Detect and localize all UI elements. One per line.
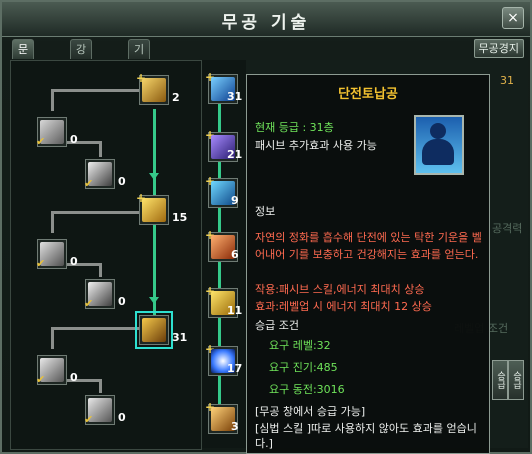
- skill-tree-panel: + 2 ✔ 0 ✔ 0 + 15 ✔ 0 ✔ 0 31 ✔ 0 ✔ 0: [10, 60, 202, 450]
- current-grade: 현재 등급 : 31층: [255, 121, 334, 134]
- meditation-portrait-icon: [414, 115, 464, 175]
- detail-row: 공격력: [492, 222, 523, 235]
- martial-level-button[interactable]: 무공경지: [473, 39, 524, 58]
- skill-slot[interactable]: + 3: [205, 400, 239, 434]
- skill-slot[interactable]: + 6: [205, 228, 239, 262]
- skill-description: 자연의 정화를 흡수해 단전에 있는 탁한 기운을 벨어내어 기를 보충하고 건…: [255, 231, 482, 261]
- tree-connector: [99, 379, 102, 393]
- skill-level: 0: [118, 175, 126, 188]
- heart-skill-note: [심법 스킬 ]따로 사용하지 않아도 효과를 얻습니다.]: [255, 422, 477, 450]
- skill-slot[interactable]: + 17: [205, 342, 242, 376]
- window-title: 무공 기술: [221, 13, 311, 33]
- tooltip-title: 단전토납공: [338, 87, 398, 102]
- tab-jianghu-skills[interactable]: 강호 절학: [70, 39, 93, 113]
- skill-column-2: + 31 + 21 + 9 + 6 + 11 + 17 + 3: [202, 60, 246, 448]
- golden-weapon-icon: [142, 78, 166, 102]
- tree-connector: [99, 263, 102, 277]
- skill-level: 0: [118, 411, 126, 424]
- passive-note: 패시브 추가효과 사용 가능: [255, 139, 377, 152]
- skill-level: 0: [70, 255, 78, 268]
- tab-other-skills[interactable]: 기타 절학: [128, 39, 151, 113]
- skill-level: 0: [118, 295, 126, 308]
- skill-tooltip: 단전토납공 현재 등급 : 31층 패시브 추가효과 사용 가능 정보 자연의 …: [246, 74, 490, 454]
- skill-level: 11: [227, 304, 243, 317]
- skill-slot[interactable]: ✔ 0: [36, 239, 78, 270]
- tree-arrow: [149, 297, 159, 304]
- upgrade-button[interactable]: 승급: [508, 360, 524, 400]
- skill-level: 3: [231, 420, 239, 433]
- check-icon: ✔: [84, 413, 94, 426]
- meditation-icon: [142, 318, 166, 342]
- info-header: 정보: [255, 205, 276, 218]
- skill-slot[interactable]: ✔ 0: [84, 159, 126, 190]
- skill-effect: 효과:레벨업 시 에너지 최대치 12 상승: [255, 300, 432, 313]
- skill-level: 0: [70, 133, 78, 146]
- required-level: 요구 레벨:32: [269, 339, 331, 352]
- check-icon: ✔: [36, 257, 46, 270]
- upgrade-note: [무공 창에서 승급 가능]: [255, 405, 366, 418]
- skill-slot[interactable]: + 15: [136, 191, 187, 225]
- check-icon: ✔: [36, 135, 46, 148]
- skill-slot[interactable]: ✔ 0: [84, 395, 126, 426]
- skill-slot[interactable]: ✔ 0: [84, 279, 126, 310]
- check-icon: ✔: [84, 297, 94, 310]
- tree-connector: [51, 89, 139, 92]
- skill-slot[interactable]: + 2: [136, 71, 180, 105]
- required-energy: 요구 진기:485: [269, 361, 338, 374]
- detail-level: 31: [500, 74, 514, 87]
- upgrade-header: 승급 조건: [255, 319, 299, 332]
- skill-level: 6: [231, 248, 239, 261]
- upgrade-button[interactable]: 승급: [492, 360, 508, 400]
- skill-level: 15: [172, 211, 188, 224]
- skill-level: 2: [172, 91, 180, 104]
- skill-slot[interactable]: + 9: [205, 174, 239, 208]
- skill-slot[interactable]: + 21: [205, 128, 242, 162]
- skill-action: 작용:패시브 스킬,에너지 최대치 상승: [255, 283, 425, 296]
- skill-level: 0: [70, 371, 78, 384]
- tree-connector: [51, 211, 54, 233]
- tree-connector: [99, 141, 102, 157]
- skill-level: 31: [172, 331, 188, 344]
- check-icon: ✔: [84, 177, 94, 190]
- skill-slot[interactable]: ✔ 0: [36, 117, 78, 148]
- skill-level: 21: [227, 148, 243, 161]
- title-bar[interactable]: 무공 기술 ×: [2, 2, 530, 37]
- check-icon: ✔: [36, 373, 46, 386]
- tree-arrow: [149, 173, 159, 180]
- tree-connector: [51, 327, 54, 349]
- martial-skills-window: 무공 기술 × 문파 절학 강호 절학 기타 절학 무공경지 + 2 ✔: [0, 0, 532, 454]
- golden-stance-icon: [142, 198, 166, 222]
- tree-connector: [51, 327, 139, 330]
- skill-level: 9: [231, 194, 239, 207]
- skill-slot[interactable]: ✔ 0: [36, 355, 78, 386]
- tab-sect-skills[interactable]: 문파 절학: [12, 39, 35, 113]
- tree-connector: [51, 89, 54, 111]
- skill-slot[interactable]: + 31: [205, 70, 242, 104]
- required-coins: 요구 동전:3016: [269, 383, 345, 396]
- close-button[interactable]: ×: [502, 7, 524, 29]
- skill-level: 31: [227, 90, 243, 103]
- skill-slot[interactable]: + 11: [205, 284, 242, 318]
- skill-slot-selected[interactable]: 31: [135, 311, 187, 349]
- skill-level: 17: [227, 362, 243, 375]
- tree-connector: [51, 211, 139, 214]
